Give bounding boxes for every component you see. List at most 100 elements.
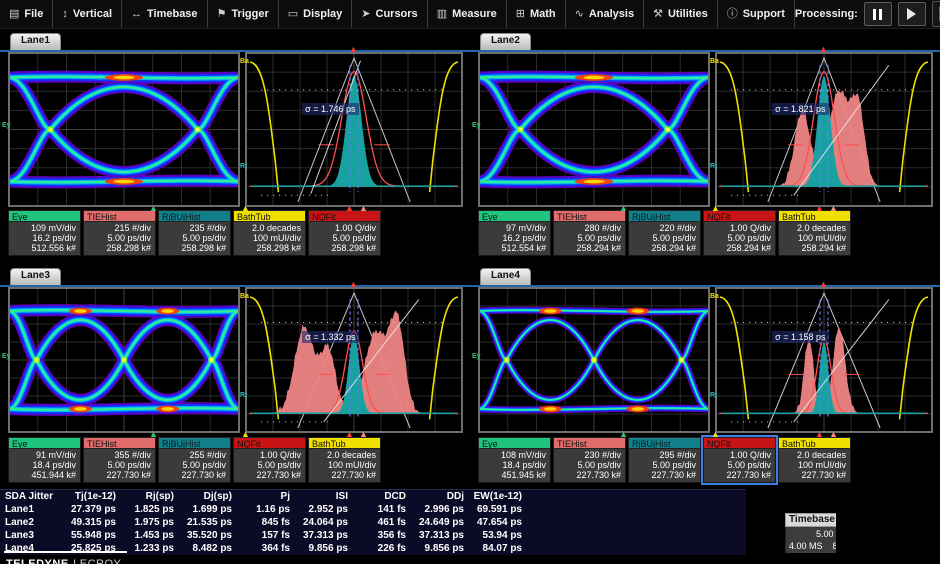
descriptor-rjbujhist-lane4[interactable]: RjBUjHist 295 #/div 5.00 ps/div 227.730 … <box>628 437 701 483</box>
menu-item-display[interactable]: ▭ Display <box>279 0 353 28</box>
bathtub-position-marker[interactable]: ▲ <box>711 204 720 213</box>
bathtub-trace-label: Ba <box>240 58 249 65</box>
eye-diagram-plot[interactable]: Ey <box>478 287 710 433</box>
sda-jitter-table: SDA JitterTj(1e-12)Rj(sp)Dj(sp)PjISIDCDD… <box>0 489 746 555</box>
descriptor-tiehist-lane1[interactable]: TIEHist 215 #/div 5.00 ps/div 258.298 k# <box>83 210 156 256</box>
menu-right-controls: Processing: Mosaic <box>795 1 940 27</box>
descriptor-eye-lane1[interactable]: Eye 109 mV/div 16.2 ps/div 512.556 k# <box>8 210 81 256</box>
trigger-marker-top[interactable]: ▲ <box>819 45 828 54</box>
nqfit-position-marker[interactable]: ▲ <box>815 204 824 213</box>
measurement-value: 1.453 ps <box>120 530 178 541</box>
menu-item-utilities[interactable]: ⚒ Utilities <box>644 0 718 28</box>
jitter-histogram-plot[interactable]: Ba Rj σ = 1.746 ps <box>245 52 463 207</box>
eye-diagram-plot[interactable]: Ey <box>8 52 240 207</box>
menu-item-measure[interactable]: ▥ Measure <box>428 0 507 28</box>
measurement-value: 53.94 ps <box>468 530 526 541</box>
jitter-histogram-plot[interactable]: Ba Rj σ = 1.332 ps <box>245 287 463 433</box>
descriptor-tiehist-lane4[interactable]: TIEHist 230 #/div 5.00 ps/div 227.730 k# <box>553 437 626 483</box>
descriptor-tiehist-lane2[interactable]: TIEHist 280 #/div 5.00 ps/div 258.294 k# <box>553 210 626 256</box>
measurement-value: 21.535 ps <box>178 517 236 528</box>
menu-item-math[interactable]: ⊞ Math <box>507 0 566 28</box>
jitter-histogram-plot[interactable]: Ba Rj σ = 1.158 ps <box>715 287 933 433</box>
oscilloscope-screen: ▤ File ↕ Vertical ↔ Timebase ⚑ Trigger ▭… <box>0 0 940 564</box>
bathtub-position-marker[interactable]: ▲ <box>241 430 250 439</box>
descriptor-eye-lane3[interactable]: Eye 91 mV/div 18.4 ps/div 451.944 k# <box>8 437 81 483</box>
eye-position-marker[interactable]: ▲ <box>619 204 628 213</box>
timebase-descriptor[interactable]: Timebase 5.00 4.00 MS 8 <box>785 513 836 553</box>
nqfit-position-marker[interactable]: ▲ <box>815 430 824 439</box>
descriptor-bathtub-lane1[interactable]: BathTub 2.0 decades 100 mUI/div 258.298 … <box>233 210 306 256</box>
menu-item-analysis[interactable]: ∿ Analysis <box>566 0 644 28</box>
timebase-scale: 5.00 <box>786 528 836 540</box>
tiehist-position-marker[interactable]: ▲ <box>829 430 838 439</box>
descriptor-bathtub-lane4[interactable]: BathTub 2.0 decades 100 mUI/div 227.730 … <box>778 437 851 483</box>
descriptor-rjbujhist-lane3[interactable]: RjBUjHist 255 #/div 5.00 ps/div 227.730 … <box>158 437 231 483</box>
pause-button[interactable] <box>864 2 892 26</box>
measurement-value: 24.064 ps <box>294 517 352 528</box>
jitter-table-row-lane3: Lane355.948 ps1.453 ps35.520 ps157 fs37.… <box>0 529 746 542</box>
trigger-icon: ⚑ <box>217 9 227 20</box>
menu-item-file[interactable]: ▤ File <box>0 0 53 28</box>
lane-tab-lane3[interactable]: Lane3 <box>10 268 61 285</box>
trigger-marker-top[interactable]: ▲ <box>349 280 358 289</box>
eye-position-marker[interactable]: ▲ <box>619 430 628 439</box>
bathtub-position-marker[interactable]: ▲ <box>241 204 250 213</box>
lane-tab-lane1[interactable]: Lane1 <box>10 33 61 50</box>
menu-item-trigger[interactable]: ⚑ Trigger <box>208 0 279 28</box>
measurement-value: 27.379 ps <box>62 504 120 515</box>
analysis-icon: ∿ <box>575 9 584 20</box>
measurement-value: 9.856 ps <box>294 543 352 554</box>
descriptor-tiehist-lane3[interactable]: TIEHist 355 #/div 5.00 ps/div 227.730 k# <box>83 437 156 483</box>
display-icon: ▭ <box>288 9 298 20</box>
mosaic-dropdown[interactable]: Mosaic <box>932 1 940 27</box>
measurement-value: 37.313 ps <box>410 530 468 541</box>
tiehist-position-marker[interactable]: ▲ <box>359 430 368 439</box>
sigma-annotation: σ = 1.821 ps <box>772 103 828 115</box>
eye-diagram-plot[interactable]: Ey <box>478 52 710 207</box>
menu-item-cursors[interactable]: ➤ Cursors <box>352 0 427 28</box>
measurement-value: 1.16 ps <box>236 504 294 515</box>
tiehist-position-marker[interactable]: ▲ <box>359 204 368 213</box>
descriptor-row: Eye 109 mV/div 16.2 ps/div 512.556 k# TI… <box>8 210 381 256</box>
jitter-histogram-plot[interactable]: Ba Rj σ = 1.821 ps <box>715 52 933 207</box>
menu-item-support[interactable]: ⓘ Support <box>718 0 795 28</box>
descriptor-rjbujhist-lane1[interactable]: RjBUjHist 235 #/div 5.00 ps/div 258.298 … <box>158 210 231 256</box>
nqfit-position-marker[interactable]: ▲ <box>345 430 354 439</box>
timebase-samples: 4.00 MS 8 <box>786 540 836 552</box>
descriptor-eye-lane2[interactable]: Eye 97 mV/div 16.2 ps/div 512.554 k# <box>478 210 551 256</box>
eye-position-marker[interactable]: ▲ <box>149 430 158 439</box>
bathtub-position-marker[interactable]: ▲ <box>711 430 720 439</box>
measurement-value: 1.699 ps <box>178 504 236 515</box>
menu-item-vertical[interactable]: ↕ Vertical <box>53 0 122 28</box>
eye-position-marker[interactable]: ▲ <box>149 204 158 213</box>
eye-diagram-plot[interactable]: Ey <box>8 287 240 433</box>
menu-item-timebase[interactable]: ↔ Timebase <box>122 0 208 28</box>
descriptor-nqfit-lane3[interactable]: NQFit 1.00 Q/div 5.00 ps/div 227.730 k# <box>233 437 306 483</box>
measurement-value: 461 fs <box>352 517 410 528</box>
measurement-value: 8.482 ps <box>178 543 236 554</box>
pause-icon <box>873 9 882 20</box>
descriptor-row: Eye 97 mV/div 16.2 ps/div 512.554 k# TIE… <box>478 210 851 256</box>
utilities-icon: ⚒ <box>653 9 663 20</box>
trigger-marker-top[interactable]: ▲ <box>819 280 828 289</box>
rj-trace-label: Rj <box>240 392 247 399</box>
trigger-marker-top[interactable]: ▲ <box>349 45 358 54</box>
lane-tab-lane4[interactable]: Lane4 <box>480 268 531 285</box>
descriptor-bathtub-lane3[interactable]: BathTub 2.0 decades 100 mUI/div 227.730 … <box>308 437 381 483</box>
descriptor-eye-lane4[interactable]: Eye 108 mV/div 18.4 ps/div 451.945 k# <box>478 437 551 483</box>
jitter-table-row-lane1: Lane127.379 ps1.825 ps1.699 ps1.16 ps2.9… <box>0 503 746 516</box>
math-icon: ⊞ <box>516 9 525 20</box>
nqfit-position-marker[interactable]: ▲ <box>345 204 354 213</box>
descriptor-nqfit-lane1[interactable]: NQFit 1.00 Q/div 5.00 ps/div 258.298 k# <box>308 210 381 256</box>
descriptor-rjbujhist-lane2[interactable]: RjBUjHist 220 #/div 5.00 ps/div 258.294 … <box>628 210 701 256</box>
lane-tab-lane2[interactable]: Lane2 <box>480 33 531 50</box>
descriptor-nqfit-lane2[interactable]: NQFit 1.00 Q/div 5.00 ps/div 258.294 k# <box>703 210 776 256</box>
tiehist-position-marker[interactable]: ▲ <box>829 204 838 213</box>
play-button[interactable] <box>898 2 926 26</box>
descriptor-nqfit-lane4[interactable]: NQFit 1.00 Q/div 5.00 ps/div 227.730 k# <box>703 437 776 483</box>
descriptor-bathtub-lane2[interactable]: BathTub 2.0 decades 100 mUI/div 258.294 … <box>778 210 851 256</box>
measurement-value: 1.233 ps <box>120 543 178 554</box>
measurement-value: 69.591 ps <box>468 504 526 515</box>
play-icon <box>907 8 916 20</box>
measurement-value: 141 fs <box>352 504 410 515</box>
